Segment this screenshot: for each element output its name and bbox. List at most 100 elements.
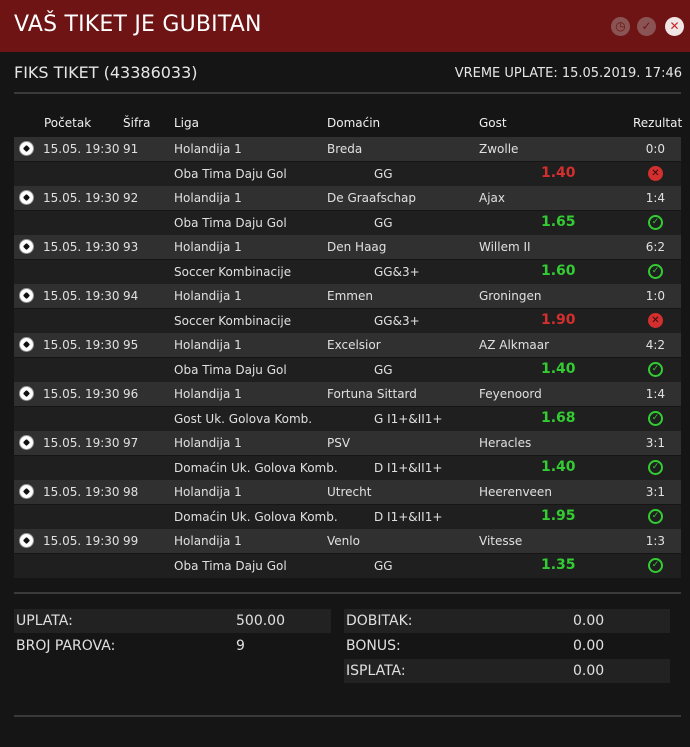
summary-row-pairs: BROJ PAROVA: 9 [14,634,331,658]
summary-value: 500.00 [236,613,285,629]
match-result: 1:3 [645,534,665,548]
match-home: Breda [327,142,363,156]
check-circle-icon: ✓ [648,362,663,377]
match-start: 15.05. 19:30 [43,534,120,548]
summary-value: 0.00 [573,613,605,629]
match-league: Holandija 1 [174,191,242,205]
bet-pick: GG [374,363,393,377]
bet-row: Soccer Kombinacije GG&3+ 1.90 ✕ [14,309,681,333]
bet-pick: GG&3+ [374,314,420,328]
bet-odd: 1.68 [541,410,576,426]
match-code: 93 [123,240,139,254]
soccer-ball-icon [19,239,34,254]
close-icon[interactable]: ✕ [665,17,684,36]
match-away: Groningen [479,289,542,303]
summary-label: DOBITAK: [346,613,413,629]
x-circle-icon: ✕ [648,166,663,181]
bet-type: Oba Tima Daju Gol [174,559,287,573]
match-result: 3:1 [645,485,665,499]
match-code: 97 [123,436,139,450]
check-circle-icon: ✓ [648,509,663,524]
match-result: 1:0 [645,289,665,303]
soccer-ball-icon [19,386,34,401]
summary-row-win: DOBITAK: 0.00 [344,609,670,633]
bet-row: Soccer Kombinacije GG&3+ 1.60 ✓ [14,260,681,284]
bet-type: Domaćin Uk. Golova Komb. [174,510,338,524]
bet-row: Oba Tima Daju Gol GG 1.65 ✓ [14,211,681,235]
bet-pick: G I1+&II1+ [374,412,443,426]
title-bar: VAŠ TIKET JE GUBITAN ◷ ✓ ✕ [0,0,690,52]
match-away: Feyenoord [479,387,542,401]
ticket-name: FIKS TIKET (43386033) [14,63,198,82]
match-row: 15.05. 19:30 93 Holandija 1 Den Haag Willem … [14,235,681,259]
match-home: Excelsior [327,338,381,352]
summary-label: ISPLATA: [346,663,406,679]
summary-label: BROJ PAROVA: [16,638,116,654]
bet-odd: 1.95 [541,508,576,524]
bet-type: Soccer Kombinacije [174,265,292,279]
column-header-start: Početak [44,116,92,130]
bet-pick: GG [374,216,393,230]
soccer-ball-icon [19,484,34,499]
match-row: 15.05. 19:30 95 Holandija 1 Excelsior AZ Alk… [14,333,681,357]
match-start: 15.05. 19:30 [43,485,120,499]
match-code: 91 [123,142,139,156]
summary-label: BONUS: [346,638,401,654]
bet-type: Soccer Kombinacije [174,314,292,328]
match-code: 99 [123,534,139,548]
bet-row: Oba Tima Daju Gol GG 1.40 ✓ [14,358,681,382]
match-start: 15.05. 19:30 [43,142,120,156]
match-start: 15.05. 19:30 [43,338,120,352]
check-circle-icon: ✓ [648,215,663,230]
match-start: 15.05. 19:30 [43,191,120,205]
soccer-ball-icon [19,533,34,548]
divider [14,592,681,594]
match-start: 15.05. 19:30 [43,387,120,401]
match-home: PSV [327,436,351,450]
match-league: Holandija 1 [174,387,242,401]
match-result: 0:0 [645,142,665,156]
bet-pick: GG&3+ [374,265,420,279]
match-home: Emmen [327,289,373,303]
match-result: 3:1 [645,436,665,450]
soccer-ball-icon [19,337,34,352]
check-circle-icon: ✓ [648,460,663,475]
payment-time: VREME UPLATE: 15.05.2019. 17:46 [454,66,682,81]
bet-odd: 1.40 [541,361,576,377]
bet-odd: 1.40 [541,165,576,181]
match-league: Holandija 1 [174,436,242,450]
match-code: 92 [123,191,139,205]
match-row: 15.05. 19:30 94 Holandija 1 Emmen Groningen 1… [14,284,681,308]
bet-row: Oba Tima Daju Gol GG 1.40 ✕ [14,162,681,186]
divider [14,92,681,94]
column-header-league: Liga [174,116,199,130]
bet-type: Oba Tima Daju Gol [174,167,287,181]
bet-type: Oba Tima Daju Gol [174,216,287,230]
page-title: VAŠ TIKET JE GUBITAN [14,12,262,37]
match-start: 15.05. 19:30 [43,289,120,303]
bet-odd: 1.40 [541,459,576,475]
summary-value: 9 [236,638,245,654]
summary-row-bonus: BONUS: 0.00 [344,634,670,658]
bet-pick: D I1+&II1+ [374,461,443,475]
x-circle-icon: ✕ [648,313,663,328]
check-circle-icon: ✓ [648,264,663,279]
match-away: Willem II [479,240,531,254]
soccer-ball-icon [19,288,34,303]
column-header-away: Gost [479,116,507,130]
summary-row-payout: ISPLATA: 0.00 [344,659,670,683]
match-row: 15.05. 19:30 92 Holandija 1 De Graafschap Aj… [14,186,681,210]
bet-type: Gost Uk. Golova Komb. [174,412,313,426]
match-league: Holandija 1 [174,534,242,548]
history-icon[interactable]: ◷ [611,17,630,36]
column-header-code: Šifra [123,116,151,130]
match-row: 15.05. 19:30 98 Holandija 1 Utrecht Heerenve… [14,480,681,504]
match-home: Venlo [327,534,360,548]
column-header-result: Rezultat [633,116,683,130]
match-league: Holandija 1 [174,289,242,303]
bet-type: Oba Tima Daju Gol [174,363,287,377]
summary-value: 0.00 [573,663,605,679]
match-row: 15.05. 19:30 96 Holandija 1 Fortuna Sittard… [14,382,681,406]
bet-row: Gost Uk. Golova Komb. G I1+&II1+ 1.68 ✓ [14,407,681,431]
check-icon[interactable]: ✓ [637,17,656,36]
